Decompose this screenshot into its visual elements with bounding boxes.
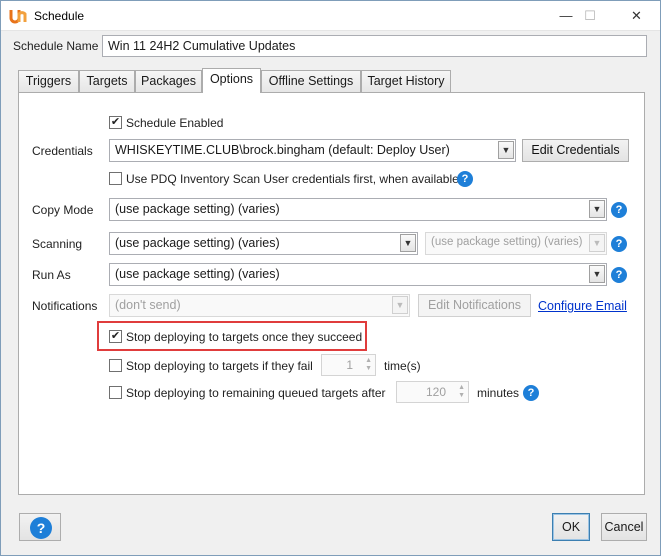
run-as-select[interactable]: (use package setting) (varies) ▼ (109, 263, 607, 286)
fail-count-stepper[interactable]: 1 ▲ ▼ (321, 354, 376, 376)
chevron-down-icon: ▼ (498, 141, 514, 159)
queued-minutes-value: 120 (425, 385, 446, 399)
chevron-down-icon: ▼ (589, 265, 605, 283)
run-as-label: Run As (32, 268, 71, 282)
cancel-button[interactable]: Cancel (601, 513, 647, 541)
schedule-window: Schedule — ☐ ✕ Schedule Name Win 11 24H2… (0, 0, 661, 556)
help-icon[interactable]: ? (611, 202, 627, 218)
scanning-secondary-value: (use package setting) (varies) (431, 236, 583, 248)
help-icon[interactable]: ? (611, 267, 627, 283)
chevron-down-icon: ▼ (400, 234, 416, 252)
help-icon[interactable]: ? (611, 236, 627, 252)
fail-count-value: 1 (346, 358, 353, 372)
scanning-select[interactable]: (use package setting) (varies) ▼ (109, 232, 418, 255)
stop-on-success-checkbox[interactable] (109, 330, 122, 343)
fail-count-unit: time(s) (384, 359, 421, 373)
title-bar: Schedule — ☐ ✕ (1, 1, 660, 31)
close-button[interactable]: ✕ (613, 1, 660, 30)
configure-email-link[interactable]: Configure Email (538, 299, 627, 313)
schedule-name-label: Schedule Name (13, 39, 99, 53)
schedule-name-input[interactable]: Win 11 24H2 Cumulative Updates (102, 35, 647, 57)
window-title: Schedule (34, 9, 85, 23)
tab-packages[interactable]: Packages (135, 70, 202, 92)
copy-mode-label: Copy Mode (32, 203, 94, 217)
credentials-select[interactable]: WHISKEYTIME.CLUB\brock.bingham (default:… (109, 139, 516, 162)
credentials-value: WHISKEYTIME.CLUB\brock.bingham (default:… (115, 143, 450, 157)
scanning-value: (use package setting) (varies) (115, 236, 280, 250)
tab-options[interactable]: Options (202, 68, 261, 93)
chevron-down-icon: ▼ (392, 296, 408, 314)
stop-on-fail-label: Stop deploying to targets if they fail (126, 359, 313, 373)
notifications-value: (don't send) (115, 298, 181, 312)
tab-target-history[interactable]: Target History (361, 70, 451, 92)
tab-offline-settings[interactable]: Offline Settings (261, 70, 361, 92)
stop-queued-label: Stop deploying to remaining queued targe… (126, 386, 386, 400)
help-icon[interactable]: ? (457, 171, 473, 187)
schedule-enabled-label: Schedule Enabled (126, 116, 224, 130)
ok-button[interactable]: OK (552, 513, 590, 541)
tab-triggers[interactable]: Triggers (18, 70, 79, 92)
schedule-enabled-checkbox[interactable] (109, 116, 122, 129)
maximize-button[interactable]: ☐ (567, 1, 613, 30)
stop-queued-checkbox[interactable] (109, 386, 122, 399)
queued-minutes-stepper[interactable]: 120 ▲ ▼ (396, 381, 469, 403)
notifications-label: Notifications (32, 299, 98, 313)
copy-mode-select[interactable]: (use package setting) (varies) ▼ (109, 198, 607, 221)
copy-mode-value: (use package setting) (varies) (115, 202, 280, 216)
edit-credentials-button[interactable]: Edit Credentials (522, 139, 629, 162)
edit-notifications-button[interactable]: Edit Notifications (418, 294, 531, 317)
chevron-down-icon: ▼ (589, 234, 605, 252)
notifications-select[interactable]: (don't send) ▼ (109, 294, 410, 317)
credentials-label: Credentials (32, 144, 93, 158)
scanning-secondary-select[interactable]: (use package setting) (varies) ▼ (425, 232, 607, 255)
tab-targets[interactable]: Targets (79, 70, 135, 92)
help-icon: ? (30, 517, 52, 539)
stop-on-success-label: Stop deploying to targets once they succ… (126, 330, 363, 344)
run-as-value: (use package setting) (varies) (115, 267, 280, 281)
pdq-logo-icon (9, 10, 27, 24)
help-button[interactable]: ? (19, 513, 61, 541)
stop-on-fail-checkbox[interactable] (109, 359, 122, 372)
chevron-down-icon: ▼ (589, 200, 605, 218)
scanning-label: Scanning (32, 237, 83, 251)
stepper-arrows-icon: ▲ ▼ (365, 357, 372, 372)
pdq-inventory-label: Use PDQ Inventory Scan User credentials … (126, 172, 459, 186)
queued-minutes-unit: minutes (477, 386, 520, 400)
help-icon[interactable]: ? (523, 385, 539, 401)
pdq-inventory-checkbox[interactable] (109, 172, 122, 185)
stepper-arrows-icon: ▲ ▼ (458, 384, 465, 399)
